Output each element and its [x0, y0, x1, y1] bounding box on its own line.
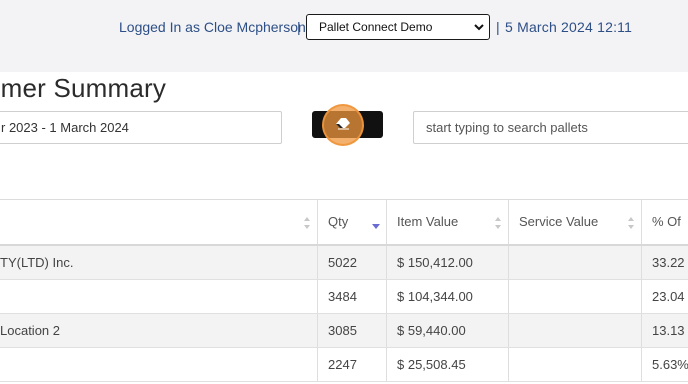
cell-service-value	[509, 280, 642, 313]
column-header-qty[interactable]: Qty	[318, 200, 387, 244]
cell-item-value: $ 104,344.00	[387, 280, 509, 313]
cell-item-value: $ 150,412.00	[387, 246, 509, 279]
cell-qty: 5022	[318, 246, 387, 279]
account-select-value: Pallet Connect Demo	[319, 20, 433, 34]
eraser-icon	[336, 118, 350, 130]
page-title: omer Summary	[0, 73, 167, 103]
cell-percent: 13.13	[652, 323, 685, 338]
cell-item-value: $ 59,440.00	[387, 314, 509, 347]
cell-percent: 5.63%	[652, 357, 688, 372]
account-select[interactable]: Pallet Connect Demo	[306, 14, 490, 40]
cell-percent: 23.04	[652, 289, 685, 304]
cell-qty: 3085	[318, 314, 387, 347]
cell-name: TY(LTD) Inc.	[0, 246, 318, 279]
cell-name: Location 2	[0, 314, 318, 347]
cell-qty: 2247	[318, 348, 387, 381]
table-row[interactable]: 3484 $ 104,344.00 23.04	[0, 280, 688, 314]
logged-in-label: Logged In as Cloe Mcpherson	[119, 19, 306, 35]
table-row[interactable]: TY(LTD) Inc. 5022 $ 150,412.00 33.22	[0, 246, 688, 280]
column-header-service-value[interactable]: Service Value	[509, 200, 642, 244]
separator: |	[297, 19, 301, 35]
summary-table: Qty Item Value Service Value % Of TY(LTD…	[0, 199, 688, 382]
top-bar: Logged In as Cloe Mcpherson | Pallet Con…	[0, 0, 688, 72]
column-header-name[interactable]	[0, 200, 318, 244]
sort-desc-icon	[372, 224, 380, 229]
cell-service-value	[509, 314, 642, 347]
column-header-item-value[interactable]: Item Value	[387, 200, 509, 244]
cell-item-value: $ 25,508.45	[387, 348, 509, 381]
current-datetime: 5 March 2024 12:11	[505, 19, 633, 35]
chevron-down-icon	[474, 24, 484, 31]
table-row[interactable]: Location 2 3085 $ 59,440.00 13.13	[0, 314, 688, 348]
cell-percent: 33.22	[652, 255, 685, 270]
date-range-input[interactable]: r 2023 - 1 March 2024	[0, 111, 282, 144]
cell-qty: 3484	[318, 280, 387, 313]
cell-service-value	[509, 348, 642, 381]
cell-service-value	[509, 246, 642, 279]
sort-icon	[628, 217, 634, 229]
sort-icon	[304, 217, 310, 229]
separator: |	[496, 19, 500, 35]
table-row[interactable]: 2247 $ 25,508.45 5.63%	[0, 348, 688, 382]
sort-icon	[495, 217, 501, 229]
table-header: Qty Item Value Service Value % Of	[0, 200, 688, 246]
column-header-percent[interactable]: % Of	[642, 200, 688, 244]
cell-name	[0, 280, 318, 313]
search-pallets-input[interactable]: start typing to search pallets	[413, 111, 688, 144]
cell-name	[0, 348, 318, 381]
